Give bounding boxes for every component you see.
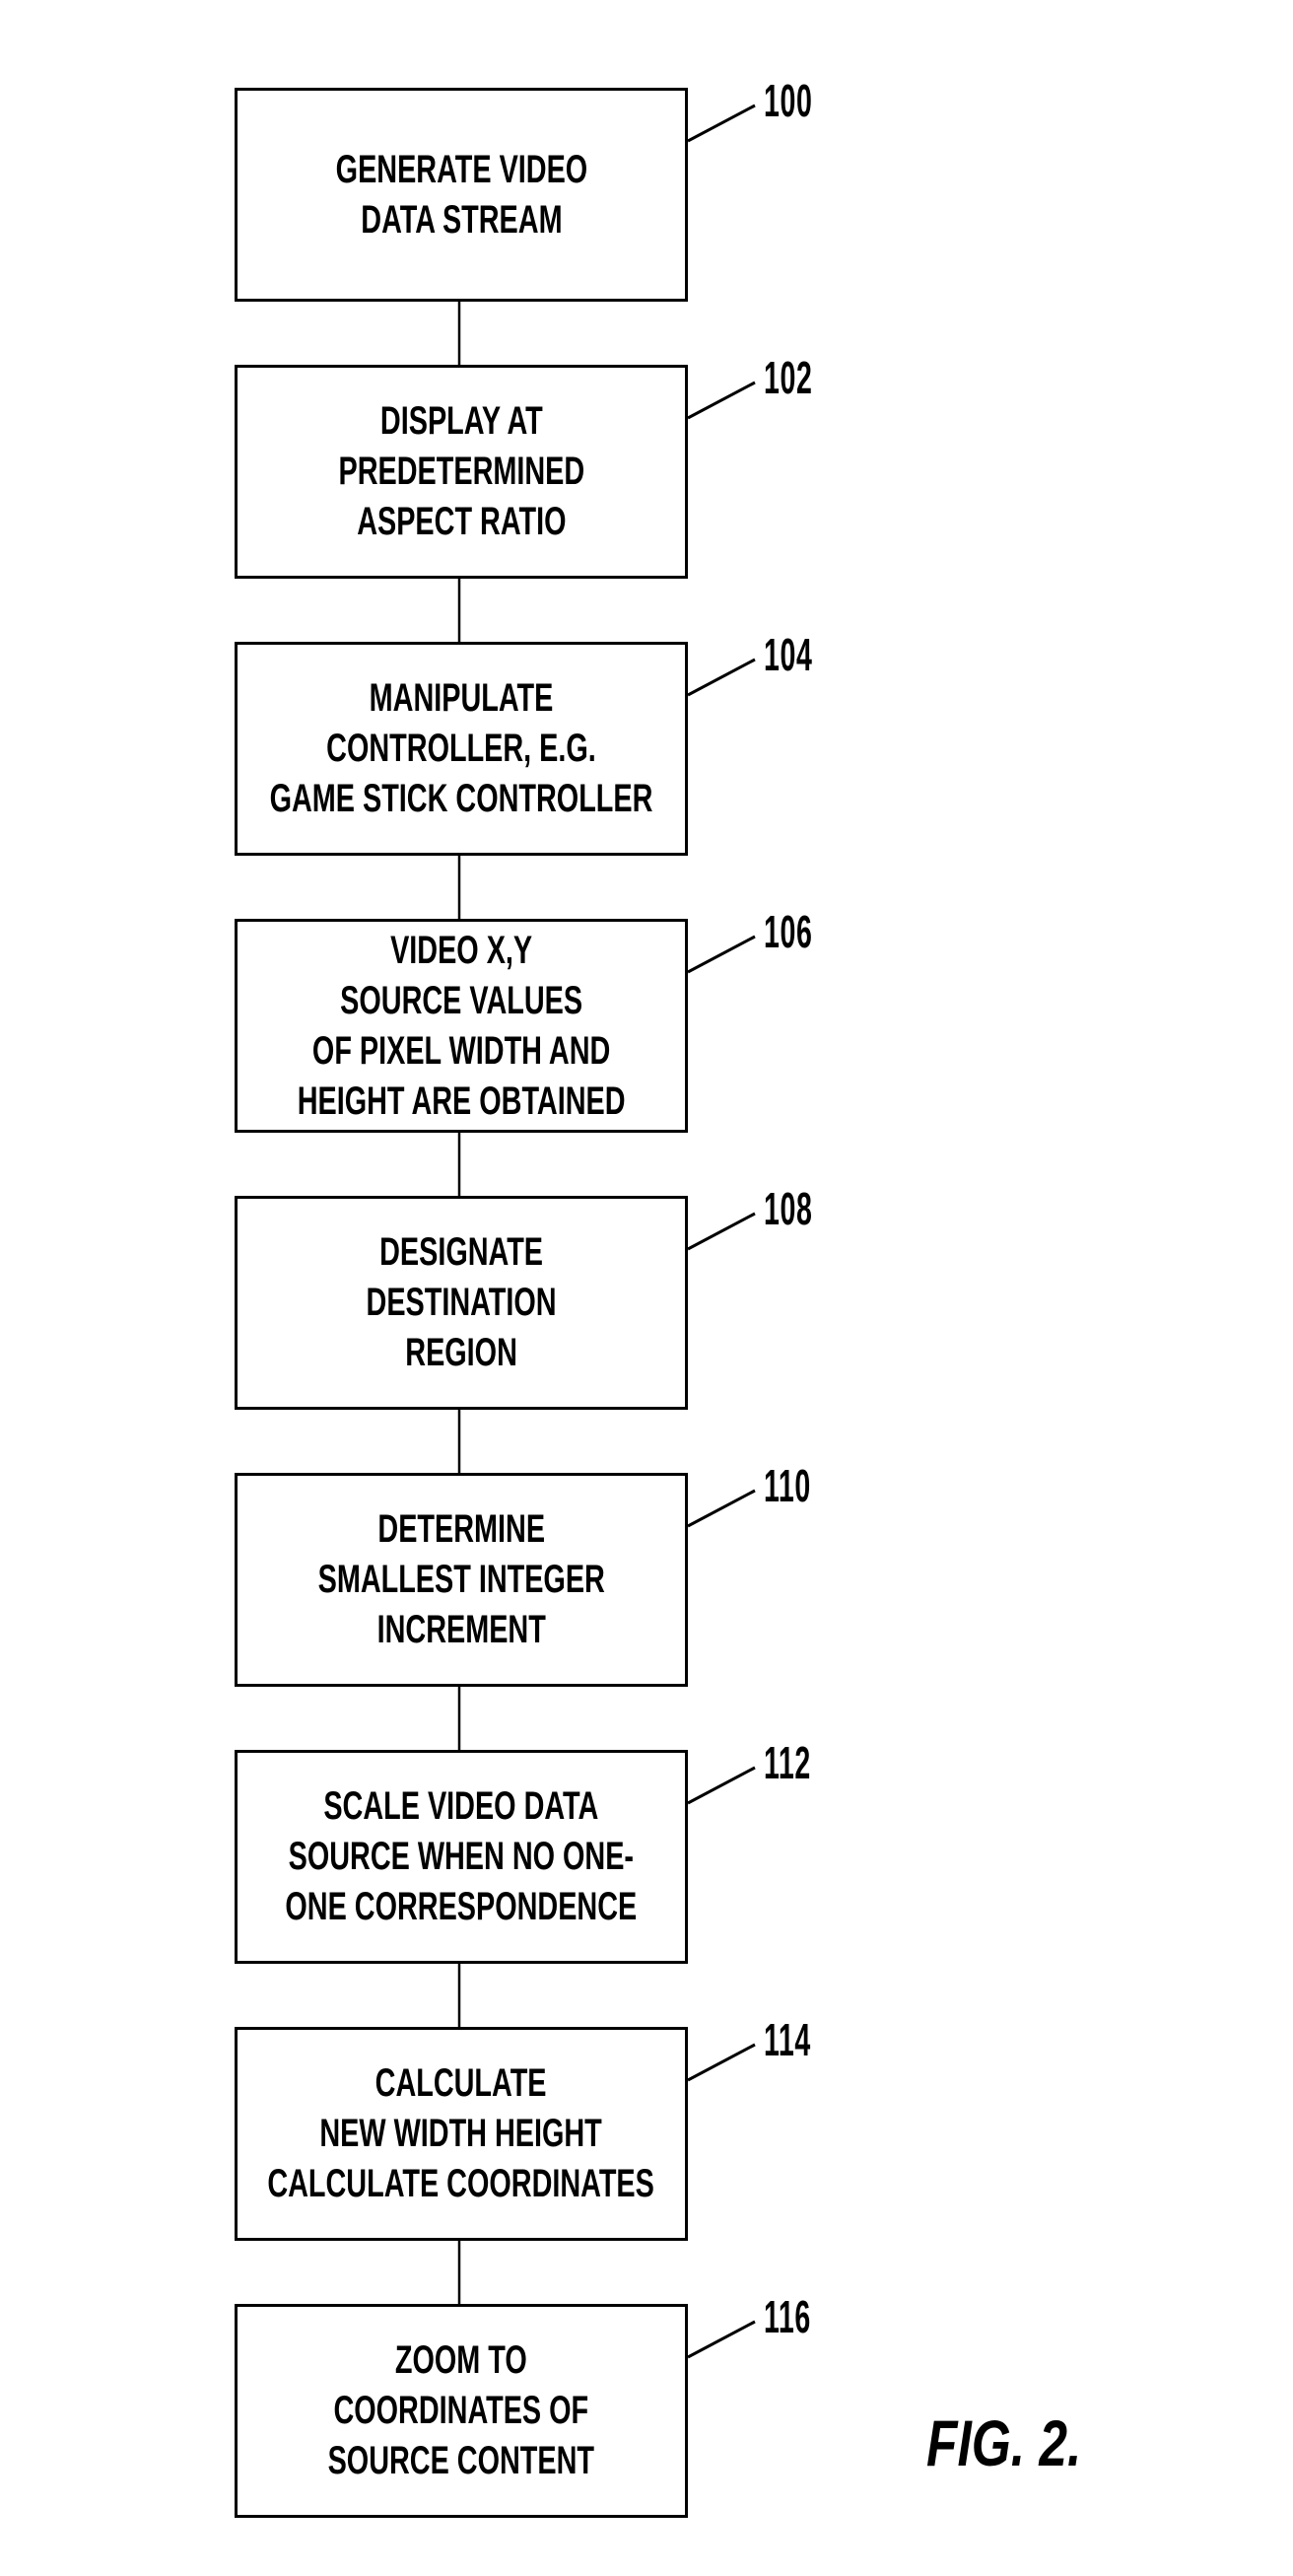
leader-line: [687, 658, 756, 697]
text-line: COORDINATES OF: [333, 2389, 589, 2432]
process-box-text: ZOOM TO COORDINATES OF SOURCE CONTENT: [328, 2335, 594, 2486]
process-box-text: DESIGNATE DESTINATION REGION: [366, 1227, 556, 1378]
text-line: ASPECT RATIO: [356, 500, 567, 543]
reference-numeral: 106: [764, 906, 813, 957]
text-line: CONTROLLER, E.G.: [326, 727, 596, 770]
process-box-110: DETERMINE SMALLEST INTEGER INCREMENT: [235, 1473, 688, 1687]
reference-numeral: 100: [764, 75, 813, 126]
process-box-text: VIDEO X,Y SOURCE VALUES OF PIXEL WIDTH AND…: [298, 926, 626, 1127]
leader-line: [687, 935, 756, 974]
reference-numeral: 112: [764, 1737, 811, 1788]
reference-numeral: 102: [764, 352, 813, 403]
leader-line: [687, 381, 756, 420]
text-line: ONE CORRESPONDENCE: [285, 1885, 638, 1928]
text-line: NEW WIDTH HEIGHT: [319, 2112, 603, 2155]
process-box-104: MANIPULATE CONTROLLER, E.G. GAME STICK CON…: [235, 642, 688, 856]
text-line: SCALE VIDEO DATA: [323, 1784, 599, 1828]
process-box-text: CALCULATE NEW WIDTH HEIGHT CALCULATE COORD…: [268, 2058, 655, 2209]
process-box-text: DISPLAY AT PREDETERMINED ASPECT RATIO: [338, 396, 584, 547]
text-line: DESTINATION: [366, 1281, 557, 1324]
text-line: DETERMINE: [377, 1507, 545, 1551]
text-line: DESIGNATE: [379, 1230, 543, 1274]
text-line: DATA STREAM: [360, 197, 563, 242]
text-line: MANIPULATE: [369, 676, 554, 720]
text-line: ZOOM TO: [395, 2338, 527, 2382]
text-line: GENERATE VIDEO: [335, 147, 587, 191]
text-line: CALCULATE: [375, 2061, 547, 2105]
text-line: SOURCE WHEN NO ONE-: [288, 1835, 635, 1878]
process-box-102: DISPLAY AT PREDETERMINED ASPECT RATIO: [235, 365, 688, 579]
process-box-114: CALCULATE NEW WIDTH HEIGHT CALCULATE COORD…: [235, 2027, 688, 2241]
text-line: DISPLAY AT: [379, 399, 543, 443]
leader-line: [687, 104, 756, 143]
process-box-106: VIDEO X,Y SOURCE VALUES OF PIXEL WIDTH AND…: [235, 919, 688, 1133]
process-box-text: GENERATE VIDEO DATA STREAM: [335, 145, 587, 245]
process-box-116: ZOOM TO COORDINATES OF SOURCE CONTENT: [235, 2304, 688, 2518]
text-line: REGION: [405, 1331, 517, 1374]
text-line: CALCULATE COORDINATES: [267, 2162, 655, 2205]
text-line: SOURCE CONTENT: [327, 2439, 595, 2482]
reference-numeral: 110: [764, 1460, 811, 1511]
leader-line: [687, 1489, 756, 1528]
reference-numeral: 116: [764, 2291, 811, 2342]
text-line: GAME STICK CONTROLLER: [269, 777, 653, 820]
leader-line: [687, 2043, 756, 2082]
process-box-108: DESIGNATE DESTINATION REGION: [235, 1196, 688, 1410]
reference-numeral: 104: [764, 629, 813, 680]
text-line: INCREMENT: [376, 1608, 546, 1651]
text-line: OF PIXEL WIDTH AND: [311, 1028, 611, 1073]
process-box-100: GENERATE VIDEO DATA STREAM: [235, 88, 688, 302]
leader-line: [687, 2320, 756, 2359]
leader-line: [687, 1766, 756, 1805]
process-box-text: SCALE VIDEO DATA SOURCE WHEN NO ONE- ONE C…: [286, 1781, 638, 1932]
leader-line: [687, 1212, 756, 1251]
text-line: SMALLEST INTEGER: [317, 1558, 605, 1601]
process-box-text: DETERMINE SMALLEST INTEGER INCREMENT: [317, 1504, 604, 1655]
text-line: VIDEO X,Y: [389, 928, 533, 972]
reference-numeral: 114: [764, 2014, 811, 2065]
text-line: PREDETERMINED: [338, 450, 584, 493]
reference-numeral: 108: [764, 1183, 813, 1234]
text-line: HEIGHT ARE OBTAINED: [297, 1079, 626, 1123]
text-line: SOURCE VALUES: [340, 978, 582, 1022]
process-box-112: SCALE VIDEO DATA SOURCE WHEN NO ONE- ONE C…: [235, 1750, 688, 1964]
flowchart: GENERATE VIDEO DATA STREAM 100 DISPLAY AT PR…: [0, 0, 1293, 2576]
process-box-text: MANIPULATE CONTROLLER, E.G. GAME STICK CON…: [270, 673, 653, 824]
figure-label: FIG. 2.: [926, 2406, 1082, 2479]
